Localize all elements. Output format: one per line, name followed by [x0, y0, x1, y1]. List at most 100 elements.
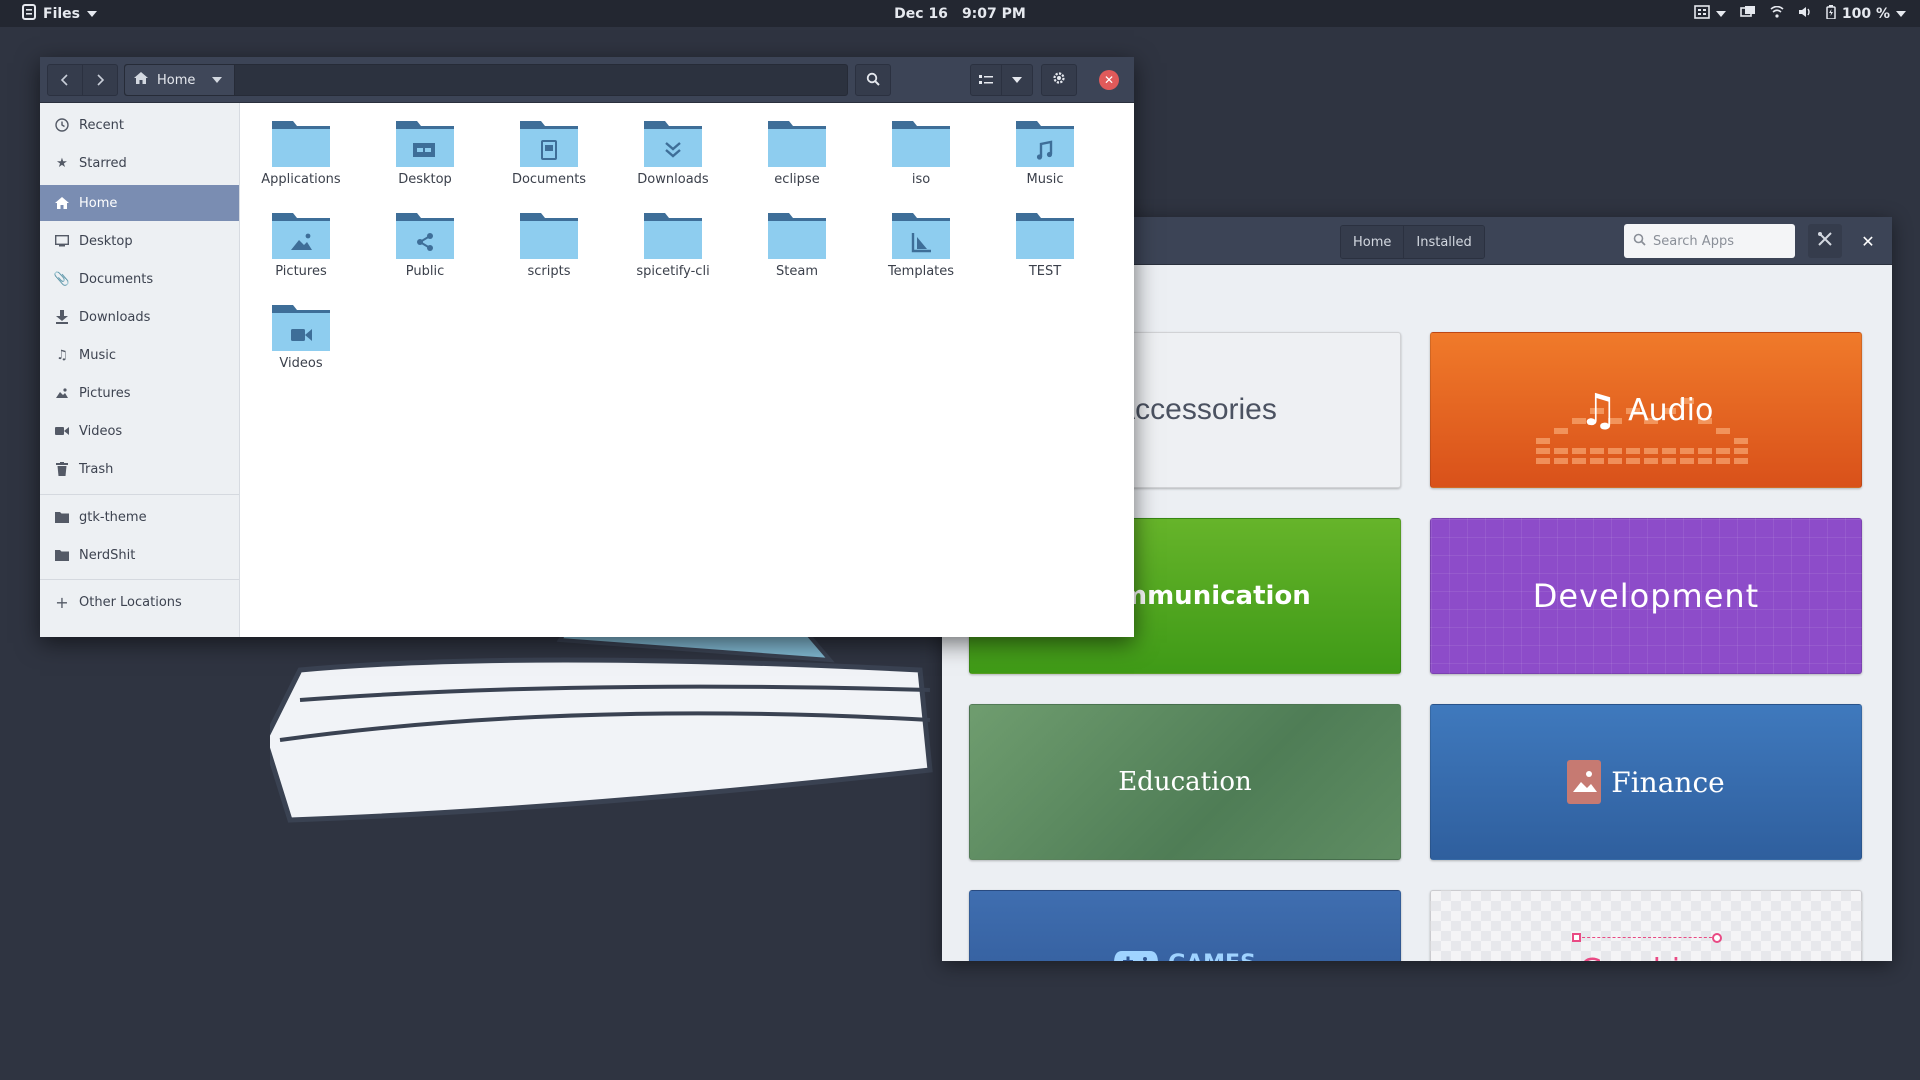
chevron-down-icon — [1896, 10, 1906, 17]
sidebar-item-nerdshit[interactable]: NerdShit — [40, 539, 239, 571]
category-label: Audio — [1628, 392, 1714, 428]
folder-label: Applications — [261, 172, 341, 187]
forward-button[interactable] — [82, 64, 118, 96]
video-icon — [54, 423, 70, 439]
power-indicator[interactable]: 100 % — [1826, 4, 1906, 23]
folder-item-applications[interactable]: Applications — [246, 119, 356, 205]
folder-item-documents[interactable]: Documents — [494, 119, 604, 205]
search-apps-field[interactable]: Search Apps — [1624, 224, 1795, 258]
view-options-dropdown[interactable] — [1001, 64, 1033, 96]
folder-item-test[interactable]: TEST — [990, 211, 1100, 297]
settings-tools-button[interactable] — [1808, 224, 1842, 258]
close-button[interactable]: ✕ — [1099, 70, 1119, 90]
category-label: mmunication — [1120, 581, 1311, 611]
folder-label: iso — [911, 172, 931, 187]
folder-icon — [1016, 121, 1074, 167]
breadcrumb-home[interactable]: Home — [125, 65, 235, 95]
folder-icon — [520, 213, 578, 259]
folder-icon — [272, 213, 330, 259]
sidebar-item-trash[interactable]: Trash — [40, 453, 239, 485]
chevron-right-icon — [95, 71, 105, 90]
sidebar-item-pictures[interactable]: Pictures — [40, 377, 239, 409]
category-graphics[interactable]: Graphics — [1430, 890, 1862, 961]
folder-item-spicetify-cli[interactable]: spicetify-cli — [618, 211, 728, 297]
folder-item-eclipse[interactable]: eclipse — [742, 119, 852, 205]
sidebar-item-label: Pictures — [79, 385, 131, 401]
folder-item-music[interactable]: Music — [990, 119, 1100, 205]
sidebar-item-starred[interactable]: ★ Starred — [40, 147, 239, 179]
sidebar-item-home[interactable]: Home — [40, 185, 239, 221]
sidebar-divider — [40, 579, 239, 580]
screen-icon — [1740, 5, 1756, 23]
category-audio[interactable]: ♫ Audio — [1430, 332, 1862, 488]
folder-icon — [892, 213, 950, 259]
category-finance[interactable]: Finance — [1430, 704, 1862, 860]
category-development[interactable]: Development — [1430, 518, 1862, 674]
sidebar-item-label: Trash — [79, 461, 114, 477]
sidebar-item-label: Downloads — [79, 309, 151, 325]
folder-icon — [272, 305, 330, 351]
folder-item-downloads[interactable]: Downloads — [618, 119, 728, 205]
folder-icon — [644, 213, 702, 259]
sidebar-item-label: Other Locations — [79, 594, 182, 610]
tools-icon — [1817, 231, 1833, 251]
sidebar-item-other-locations[interactable]: + Other Locations — [40, 586, 239, 618]
view-mode-button[interactable] — [970, 64, 1002, 96]
top-panel: Files Dec 16 9:07 PM 100 % — [0, 0, 1920, 27]
chevron-down-icon — [212, 77, 223, 83]
tab-installed[interactable]: Installed — [1403, 226, 1484, 258]
sidebar-item-label: gtk-theme — [79, 509, 147, 525]
folder-item-iso[interactable]: iso — [866, 119, 976, 205]
files-headerbar: Home ✕ — [40, 57, 1134, 103]
gear-icon — [1051, 70, 1067, 90]
search-button[interactable] — [855, 64, 891, 96]
grid-menu-indicator[interactable] — [1694, 4, 1726, 23]
folder-item-templates[interactable]: Templates — [866, 211, 976, 297]
category-label: Development — [1532, 577, 1760, 615]
home-icon — [134, 72, 148, 88]
download-icon — [54, 309, 70, 325]
clock[interactable]: Dec 16 9:07 PM — [0, 0, 1920, 27]
trash-icon — [54, 461, 70, 477]
sidebar-item-videos[interactable]: Videos — [40, 415, 239, 447]
folder-item-videos[interactable]: Videos — [246, 303, 356, 389]
tab-home[interactable]: Home — [1341, 226, 1404, 258]
sidebar-item-label: Music — [79, 347, 116, 363]
sidebar-item-documents[interactable]: 📎 Documents — [40, 263, 239, 295]
sidebar-item-desktop[interactable]: Desktop — [40, 225, 239, 257]
close-icon: ✕ — [1103, 73, 1115, 87]
breadcrumb-label: Home — [157, 72, 196, 88]
category-education[interactable]: Education — [969, 704, 1401, 860]
back-button[interactable] — [47, 64, 83, 96]
sidebar-item-downloads[interactable]: Downloads — [40, 301, 239, 333]
display-indicator[interactable] — [1740, 5, 1756, 23]
sidebar-item-music[interactable]: ♫ Music — [40, 339, 239, 371]
sidebar-item-recent[interactable]: Recent — [40, 109, 239, 141]
folder-icon — [396, 121, 454, 167]
app-menu-button[interactable] — [1041, 64, 1077, 96]
sidebar-item-label: Desktop — [79, 233, 133, 249]
clock-icon — [54, 117, 70, 133]
folder-label: Pictures — [275, 264, 327, 279]
folder-item-scripts[interactable]: scripts — [494, 211, 604, 297]
folder-icon — [272, 121, 330, 167]
chevron-down-icon — [1715, 10, 1726, 17]
search-icon — [1633, 233, 1646, 250]
category-label: Education — [1118, 767, 1252, 797]
folder-label: Steam — [776, 264, 818, 279]
close-button[interactable]: ✕ — [1854, 227, 1882, 255]
volume-icon — [1798, 6, 1812, 22]
folder-label: Desktop — [398, 172, 452, 187]
network-indicator[interactable] — [1770, 5, 1784, 22]
folder-item-pictures[interactable]: Pictures — [246, 211, 356, 297]
category-games[interactable]: GAMES — [969, 890, 1401, 961]
sidebar-item-gtk-theme[interactable]: gtk-theme — [40, 501, 239, 533]
location-bar[interactable]: Home — [124, 64, 848, 96]
sound-indicator[interactable] — [1798, 6, 1812, 22]
star-icon: ★ — [56, 155, 68, 171]
folder-item-desktop[interactable]: Desktop — [370, 119, 480, 205]
sidebar-item-label: NerdShit — [79, 547, 136, 563]
sidebar-item-label: Starred — [79, 155, 127, 171]
folder-item-public[interactable]: Public — [370, 211, 480, 297]
folder-item-steam[interactable]: Steam — [742, 211, 852, 297]
